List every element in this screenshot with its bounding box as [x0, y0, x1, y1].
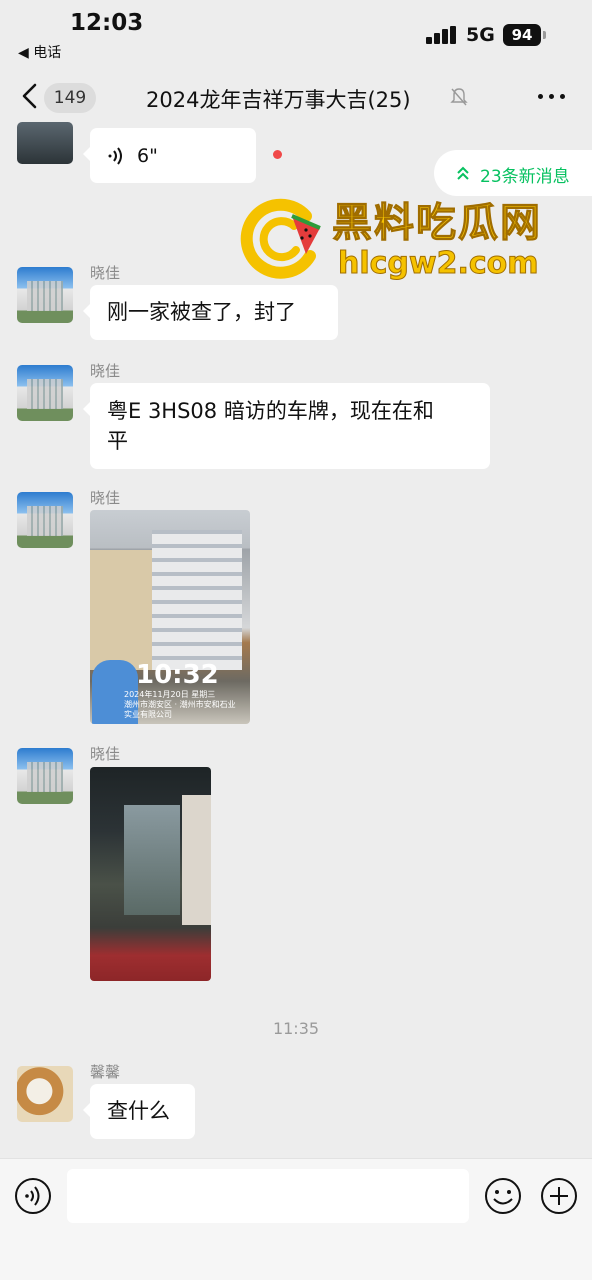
- text-message-bubble[interactable]: 粤E 3HS08 暗访的车牌，现在在和 平: [83, 383, 490, 469]
- avatar[interactable]: [17, 1066, 73, 1122]
- signal-icon: [426, 26, 458, 44]
- text-message-bubble[interactable]: 查什么: [83, 1084, 195, 1139]
- photo-door: [124, 805, 180, 915]
- sender-name: 晓佳: [90, 362, 121, 380]
- sender-name: 晓佳: [90, 264, 121, 282]
- photo-timestamp: 10:32: [136, 660, 219, 690]
- photo-wall: [182, 795, 211, 925]
- avatar[interactable]: [17, 122, 73, 164]
- message-input[interactable]: [67, 1169, 469, 1223]
- image-message[interactable]: 10:32 2024年11月20日 星期三 潮州市潮安区 · 潮州市安和石业 实…: [90, 510, 250, 724]
- message-text: 查什么: [107, 1099, 170, 1123]
- input-bar: [0, 1158, 592, 1280]
- watermark-title: 黑料吃瓜网: [332, 200, 542, 247]
- voice-input-button[interactable]: [14, 1177, 52, 1215]
- back-chevron-icon[interactable]: [20, 82, 40, 110]
- message-text-line: 粤E 3HS08 暗访的车牌，现在在和: [107, 399, 434, 423]
- status-bar: 12:03 ◀ 电话 5G 94: [0, 0, 592, 74]
- message-text-line: 平: [107, 429, 128, 453]
- watermark-logo-icon: [240, 198, 321, 279]
- sender-name: 晓佳: [90, 489, 121, 507]
- avatar[interactable]: [17, 365, 73, 421]
- add-more-button[interactable]: [540, 1177, 578, 1215]
- voice-message-bubble[interactable]: 6": [83, 128, 256, 183]
- unread-count-badge[interactable]: 149: [44, 83, 96, 113]
- emoji-button[interactable]: [484, 1177, 522, 1215]
- more-options-icon[interactable]: [538, 94, 568, 102]
- text-message-bubble[interactable]: 刚一家被查了，封了: [83, 285, 338, 340]
- network-type: 5G: [466, 24, 495, 46]
- photo-caption: 2024年11月20日 星期三 潮州市潮安区 · 潮州市安和石业 实业有限公司: [124, 690, 236, 719]
- avatar[interactable]: [17, 267, 73, 323]
- voice-unread-dot: [273, 150, 282, 159]
- back-to-phone-link[interactable]: ◀ 电话: [18, 42, 61, 62]
- chat-title: 2024龙年吉祥万事大吉(25): [146, 88, 411, 112]
- sender-name: 晓佳: [90, 745, 121, 763]
- battery-cap: [543, 31, 546, 39]
- battery-icon: 94: [503, 24, 541, 46]
- sender-name: 馨馨: [90, 1063, 121, 1081]
- photo-building: [152, 530, 242, 670]
- avatar[interactable]: [17, 492, 73, 548]
- watermark-url: hlcgw2.com: [338, 246, 540, 282]
- image-message[interactable]: [90, 767, 211, 981]
- chat-header: 149 2024龙年吉祥万事大吉(25): [0, 74, 592, 120]
- voice-duration: 6": [137, 145, 158, 167]
- message-text: 刚一家被查了，封了: [107, 300, 296, 324]
- status-time: 12:03: [70, 10, 144, 36]
- double-chevron-up-icon: [457, 166, 469, 180]
- chat-timestamp: 11:35: [272, 1019, 320, 1038]
- voice-wave-icon: [108, 147, 122, 165]
- mute-bell-icon: [450, 88, 468, 106]
- new-messages-label: 23条新消息: [480, 167, 570, 187]
- avatar[interactable]: [17, 748, 73, 804]
